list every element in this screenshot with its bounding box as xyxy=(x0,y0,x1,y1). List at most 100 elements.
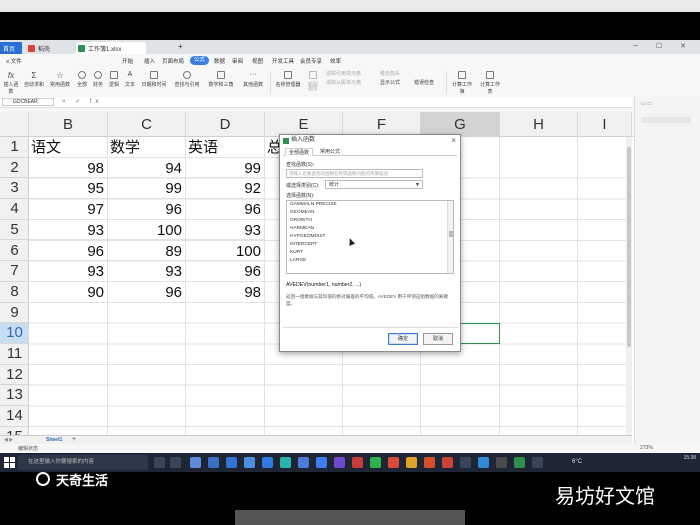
tab-docer[interactable]: 稻壳 xyxy=(26,42,66,54)
row-header[interactable]: 10 xyxy=(0,323,29,344)
app-icon[interactable] xyxy=(460,457,471,468)
cell[interactable]: 96 xyxy=(108,199,186,220)
remove-arrows-button[interactable]: 移去箭头 xyxy=(380,70,410,77)
sheet-tab[interactable]: Sheet1 xyxy=(46,437,62,443)
category-select[interactable]: 统计 ▼ xyxy=(325,180,423,189)
clock[interactable]: 15:38 xyxy=(683,455,696,461)
cell[interactable]: 96 xyxy=(108,281,186,303)
calc-sheet-button[interactable]: 计算工作表 xyxy=(478,71,502,95)
column-header[interactable]: I xyxy=(578,112,632,137)
cell[interactable]: 93 xyxy=(108,261,186,282)
cell[interactable]: 97 xyxy=(29,199,108,220)
row-header[interactable]: 3 xyxy=(0,178,29,200)
cell[interactable]: 96 xyxy=(29,240,108,262)
list-scrollbar[interactable] xyxy=(447,201,453,273)
row-header[interactable]: 4 xyxy=(0,199,29,220)
tab-all-functions[interactable]: 全部函数 xyxy=(285,148,314,156)
scrollbar-thumb[interactable] xyxy=(627,147,631,347)
math-trig-button[interactable]: 数学和三角 xyxy=(206,71,236,88)
error-check-button[interactable]: 错误检查 xyxy=(414,79,444,86)
list-item[interactable]: HARMEAN xyxy=(290,225,314,233)
menu-insert[interactable]: 插入 xyxy=(144,57,155,65)
cell[interactable]: 96 xyxy=(186,199,265,220)
row-header[interactable]: 13 xyxy=(0,385,29,407)
list-item[interactable]: HYPGEOMDIST xyxy=(290,233,325,241)
menu-member[interactable]: 会员专享 xyxy=(300,57,322,65)
wps-icon[interactable] xyxy=(388,457,399,468)
wechat-icon[interactable] xyxy=(370,457,381,468)
list-item[interactable]: GEOMEAN xyxy=(290,209,315,217)
app-icon[interactable] xyxy=(496,457,507,468)
app-icon[interactable] xyxy=(442,457,453,468)
corner-cell[interactable] xyxy=(0,112,29,137)
insert-function-button[interactable]: fx 插入函数 xyxy=(2,71,20,95)
show-formulas-button[interactable]: 显示公式 xyxy=(380,79,410,86)
app-icon[interactable] xyxy=(190,457,201,468)
name-box[interactable]: GDCBEAR xyxy=(2,98,54,106)
app-icon[interactable] xyxy=(262,457,273,468)
system-tray[interactable]: 15:38 xyxy=(683,455,696,462)
cell-header[interactable]: 英语 xyxy=(186,137,265,158)
common-functions-button[interactable]: ☆ 常用函数 xyxy=(48,71,72,88)
name-manager-button[interactable]: 名称管理器 xyxy=(274,71,302,88)
app-icon[interactable] xyxy=(352,457,363,468)
windows-start-icon[interactable] xyxy=(4,457,15,468)
row-header[interactable]: 11 xyxy=(0,344,29,365)
menu-page-layout[interactable]: 页面布局 xyxy=(162,57,184,65)
column-header[interactable]: H xyxy=(500,112,578,137)
pane-item[interactable]: ▭ ▭ xyxy=(641,101,652,107)
cell-header[interactable]: 语文 xyxy=(29,137,108,158)
app-icon[interactable] xyxy=(406,457,417,468)
menu-formulas[interactable]: 公式 xyxy=(190,56,210,65)
menu-efficiency[interactable]: 效率 xyxy=(330,57,341,65)
tab-home[interactable]: 首页 xyxy=(0,42,22,54)
cell[interactable]: 93 xyxy=(186,219,265,241)
cell[interactable]: 98 xyxy=(29,157,108,179)
list-item[interactable]: KURT xyxy=(290,249,303,257)
row-header[interactable]: 9 xyxy=(0,303,29,324)
row-header[interactable]: 8 xyxy=(0,282,29,303)
define-name-button[interactable]: 指定 xyxy=(306,85,320,92)
trace-dependents-button[interactable]: 追踪从属单元格 xyxy=(326,79,376,86)
scrollbar-thumb[interactable] xyxy=(449,231,453,237)
cell[interactable]: 90 xyxy=(29,281,108,303)
hamburger-icon[interactable]: ≡ 文件 xyxy=(6,57,22,65)
cell[interactable]: 92 xyxy=(186,178,265,200)
formula-icons[interactable]: × ✓ fx xyxy=(62,98,103,105)
cell[interactable]: 93 xyxy=(29,261,108,282)
close-icon[interactable]: × xyxy=(451,135,456,146)
cell[interactable]: 96 xyxy=(186,261,265,282)
more-functions-button[interactable]: ··· 其他函数 xyxy=(240,71,266,88)
autosum-button[interactable]: Σ 自动求和 xyxy=(24,71,44,88)
dialog-title-bar[interactable]: 插入函数 × xyxy=(280,135,460,146)
menu-review[interactable]: 审阅 xyxy=(232,57,243,65)
app-icon[interactable] xyxy=(532,457,543,468)
row-header[interactable]: 14 xyxy=(0,406,29,427)
list-item[interactable]: INTERCEPT xyxy=(290,241,317,249)
app-icon[interactable] xyxy=(244,457,255,468)
menu-home[interactable]: 开始 xyxy=(122,57,133,65)
trace-precedents-button[interactable]: 追踪引用单元格 xyxy=(326,70,376,77)
function-search-input[interactable]: 请输入您要查找的函数名称或函数功能的简要描述 xyxy=(286,169,423,178)
add-sheet-icon[interactable]: + xyxy=(72,436,76,443)
app-icon[interactable] xyxy=(208,457,219,468)
new-tab-icon[interactable]: + xyxy=(178,42,183,51)
logical-button[interactable]: 逻辑 xyxy=(108,71,120,88)
taskbar-search[interactable]: 在这里输入你要搜索的内容 xyxy=(18,455,148,470)
weather-text[interactable]: 6°C xyxy=(572,459,582,465)
all-functions-button[interactable]: 全部 xyxy=(76,71,88,88)
vertical-scrollbar[interactable] xyxy=(626,137,632,437)
cell[interactable]: 99 xyxy=(186,157,265,179)
row-header[interactable]: 1 xyxy=(0,137,29,158)
calc-workbook-button[interactable]: 计算工作簿 xyxy=(450,71,474,95)
zoom-level[interactable]: 273% xyxy=(640,445,653,451)
menu-developer[interactable]: 开发工具 xyxy=(272,57,294,65)
financial-button[interactable]: 财务 xyxy=(92,71,104,88)
list-item[interactable]: GROWTH xyxy=(290,217,312,225)
app-icon[interactable] xyxy=(226,457,237,468)
text-button[interactable]: A 文本 xyxy=(124,71,136,88)
cell[interactable]: 100 xyxy=(108,219,186,241)
row-header[interactable]: 5 xyxy=(0,220,29,241)
column-header[interactable]: B xyxy=(29,112,108,137)
ok-button[interactable]: 确定 xyxy=(388,333,418,345)
